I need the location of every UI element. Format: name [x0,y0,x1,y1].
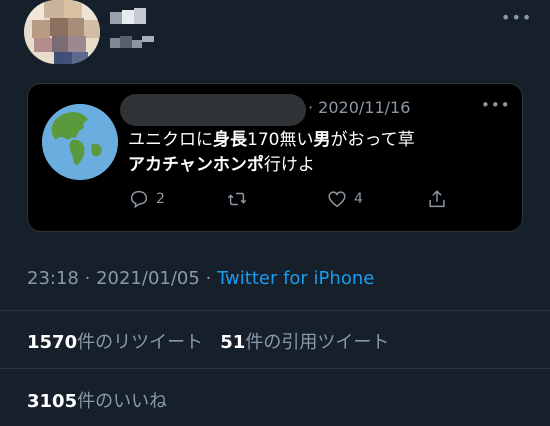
divider [0,368,550,369]
share-button[interactable] [426,188,448,210]
quoted-tweet[interactable]: · 2020/11/16 ••• ユニクロに身長170無い男がおって草 アカチャ… [27,83,523,232]
more-options-icon[interactable]: ••• [501,8,532,27]
quoted-tweet-text: ユニクロに身長170無い男がおって草 アカチャンホンポ行けよ [128,128,508,178]
tweet-meta: 23:18 · 2021/01/05 · Twitter for iPhone [27,268,374,289]
quoted-more-icon[interactable]: ••• [481,96,511,114]
meta-separator-2: · [205,268,212,289]
like-button[interactable]: 4 [326,188,363,210]
like-icon [328,191,346,208]
quoted-author-redacted [120,94,306,126]
retweet-button[interactable] [226,188,254,210]
share-icon [429,190,445,208]
quoted-text-line-1: ユニクロに身長170無い男がおって草 [128,130,415,150]
retweets-label: 件のリツイート [77,332,204,353]
tweet-time[interactable]: 23:18 [27,268,79,289]
author-name-redacted [110,6,148,28]
retweet-icon [227,192,247,206]
likes-link[interactable]: 3105件のいいね [27,387,167,413]
author-handle-redacted [110,34,162,50]
quoted-text-line-2: アカチャンホンポ行けよ [128,155,315,175]
reply-button[interactable]: 2 [128,188,165,210]
quotes-link[interactable]: 51件の引用ツイート [220,332,389,353]
quotes-count: 51 [220,332,246,353]
quoted-actions: 2 4 [128,188,488,218]
tweet-date[interactable]: 2021/01/05 [96,268,200,289]
retweet-stats: 1570件のリツイート 51件の引用ツイート [27,328,389,354]
likes-count: 3105 [27,391,78,412]
divider [0,310,550,311]
meta-separator: · [84,268,91,289]
likes-label: 件のいいね [77,391,168,412]
quoted-date[interactable]: · 2020/11/16 [308,98,410,117]
like-count: 4 [354,191,363,207]
retweets-link[interactable]: 1570件のリツイート [27,332,203,353]
retweets-count: 1570 [27,332,78,353]
quotes-label: 件の引用ツイート [245,332,390,353]
quoted-avatar-globe-icon[interactable] [42,104,118,180]
reply-icon [130,190,148,209]
reply-count: 2 [156,191,165,207]
author-avatar[interactable] [24,0,100,64]
tweet-source-link[interactable]: Twitter for iPhone [217,268,374,289]
